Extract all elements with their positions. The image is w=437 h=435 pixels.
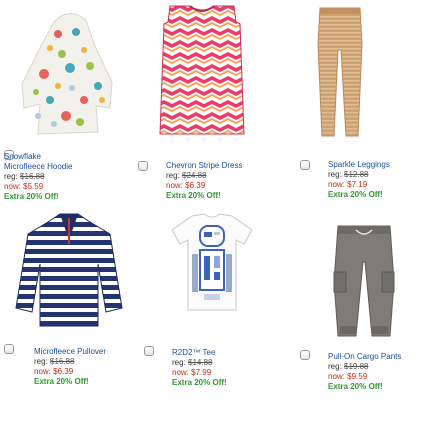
sale-price: now: $7.99: [172, 368, 212, 377]
compare-checkbox-sparkle-leggings[interactable]: [300, 160, 310, 170]
cargo-pants-image[interactable]: [328, 222, 400, 340]
offer-text: Extra 20% Off!: [166, 191, 221, 200]
regular-price: reg: $24.88: [166, 171, 242, 181]
reg-label: reg:: [328, 362, 345, 371]
reg-label: reg:: [166, 171, 183, 180]
compare-checkbox-chevron-dress[interactable]: [138, 161, 148, 171]
sale-price: now: $6.39: [166, 181, 206, 190]
sale-price: now: $6.39: [34, 367, 74, 376]
product-info: Chevron Stripe Dress reg: $24.88 now: $6…: [166, 161, 242, 201]
product-name-link[interactable]: Chevron Stripe Dress: [166, 161, 242, 171]
regular-price: reg: $14.88: [172, 358, 227, 368]
reg-price-value: $14.88: [188, 358, 213, 367]
compare-checkbox-cargo-pants[interactable]: [300, 350, 310, 360]
reg-label: reg:: [328, 170, 345, 179]
r2d2-tee-image[interactable]: [170, 212, 254, 312]
reg-label: reg:: [34, 357, 51, 366]
offer-text: Extra 20% Off!: [328, 190, 383, 199]
compare-checkbox-r2d2-tee[interactable]: [144, 346, 154, 356]
product-name-line[interactable]: Microfleece Hoodie: [4, 162, 72, 172]
product-name-line[interactable]: Pull-On Cargo Pants: [328, 352, 401, 362]
product-name-link[interactable]: Pull-On Cargo Pants: [328, 352, 401, 362]
product-name-link[interactable]: Sparkle Leggings: [328, 160, 390, 170]
product-name-line[interactable]: Microfleece Pullover: [34, 347, 106, 357]
product-info: Microfleece Pullover reg: $16.88 now: $6…: [34, 347, 106, 387]
reg-price-value: $16.88: [20, 172, 45, 181]
reg-price-value: $16.88: [50, 357, 75, 366]
regular-price: reg: $19.88: [328, 362, 401, 372]
reg-label: reg:: [4, 172, 21, 181]
reg-price-value: $19.88: [344, 362, 369, 371]
product-name-line[interactable]: Sparkle Leggings: [328, 160, 390, 170]
reg-label: reg:: [172, 358, 189, 367]
product-info: Pull-On Cargo Pants reg: $19.88 now: $9.…: [328, 352, 401, 392]
offer-text: Extra 20% Off!: [328, 382, 383, 391]
product-name-line[interactable]: R2D2™ Tee: [172, 348, 227, 358]
sale-price: now: $9.59: [328, 372, 368, 381]
reg-price-value: $12.88: [344, 170, 369, 179]
product-info: Snowflake Microfleece Hoodie reg: $16.88…: [4, 152, 72, 202]
product-name-link[interactable]: Snowflake Microfleece Hoodie: [4, 152, 72, 172]
product-info: R2D2™ Tee reg: $14.88 now: $7.99 Extra 2…: [172, 348, 227, 388]
regular-price: reg: $16.88: [34, 357, 106, 367]
sparkle-leggings-image[interactable]: [310, 4, 370, 140]
product-name-line[interactable]: Chevron Stripe Dress: [166, 161, 242, 171]
sale-price: now: $7.19: [328, 180, 368, 189]
regular-price: reg: $12.88: [328, 170, 390, 180]
product-name-link[interactable]: R2D2™ Tee: [172, 348, 227, 358]
product-name-link[interactable]: Microfleece Pullover: [34, 347, 106, 357]
offer-text: Extra 20% Off!: [34, 377, 89, 386]
offer-text: Extra 20% Off!: [4, 192, 59, 201]
product-info: Sparkle Leggings reg: $12.88 now: $7.19 …: [328, 160, 390, 200]
snowflake-hoodie-image[interactable]: [14, 4, 124, 140]
product-name-line[interactable]: Snowflake: [4, 152, 72, 162]
offer-text: Extra 20% Off!: [172, 378, 227, 387]
striped-pullover-image[interactable]: [14, 204, 124, 330]
compare-checkbox-microfleece-pullover[interactable]: [4, 344, 14, 354]
reg-price-value: $24.88: [182, 171, 207, 180]
chevron-dress-image[interactable]: [156, 4, 248, 140]
regular-price: reg: $16.88: [4, 172, 72, 182]
sale-price: now: $5.59: [4, 182, 44, 191]
